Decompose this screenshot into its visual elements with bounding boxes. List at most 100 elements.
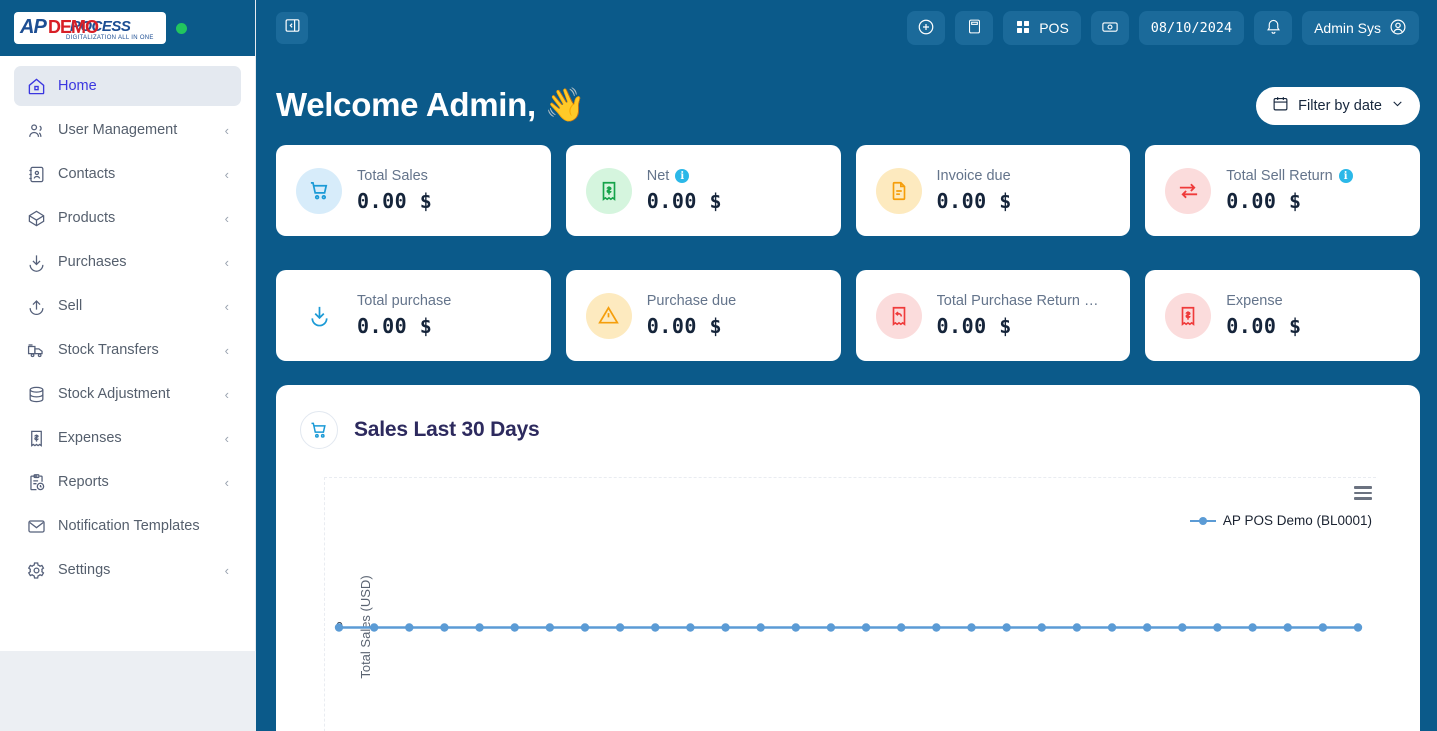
chart-data-point[interactable] — [967, 623, 975, 631]
topbar-actions: POS 08/10/2024 Admin Sys — [907, 11, 1419, 45]
chart-data-point[interactable] — [756, 623, 764, 631]
chart-data-point[interactable] — [370, 623, 378, 631]
sidebar-item-label: User Management — [58, 122, 213, 138]
sidebar-item-purchases[interactable]: Purchases ‹ — [14, 242, 241, 282]
panel-collapse-icon — [284, 17, 301, 39]
stat-card-label: Expense — [1226, 293, 1282, 309]
stat-card-label: Purchase due — [647, 293, 736, 309]
chart-data-point[interactable] — [686, 623, 694, 631]
sidebar-item-label: Stock Adjustment — [58, 386, 213, 402]
calculator-button[interactable] — [955, 11, 993, 45]
sidebar-item-home[interactable]: Home — [14, 66, 241, 106]
shopping-cart-icon — [300, 411, 338, 449]
sidebar-item-sell[interactable]: Sell ‹ — [14, 286, 241, 326]
chart-data-point[interactable] — [405, 623, 413, 631]
sidebar-item-expenses[interactable]: Expenses ‹ — [14, 418, 241, 458]
chart-data-point[interactable] — [897, 623, 905, 631]
chart-data-point[interactable] — [1073, 623, 1081, 631]
notifications-button[interactable] — [1254, 11, 1292, 45]
chart-data-point[interactable] — [475, 623, 483, 631]
chart-data-point[interactable] — [1319, 623, 1327, 631]
chevron-left-icon: ‹ — [225, 431, 229, 446]
stat-card-total-sales[interactable]: Total Sales 0.00 $ — [276, 145, 551, 236]
user-menu-button[interactable]: Admin Sys — [1302, 11, 1419, 45]
chart-data-point[interactable] — [792, 623, 800, 631]
stat-card-label-wrap: Invoice due — [937, 168, 1012, 184]
stat-card-expense[interactable]: Expense 0.00 $ — [1145, 270, 1420, 361]
add-new-button[interactable] — [907, 11, 945, 45]
chart-data-point[interactable] — [827, 623, 835, 631]
chevron-left-icon: ‹ — [225, 299, 229, 314]
chart-data-point[interactable] — [1354, 623, 1362, 631]
date-display[interactable]: 08/10/2024 — [1139, 11, 1244, 45]
sidebar-toggle-button[interactable] — [276, 12, 308, 44]
sidebar-item-contacts[interactable]: Contacts ‹ — [14, 154, 241, 194]
sidebar-item-stock-transfers[interactable]: Stock Transfers ‹ — [14, 330, 241, 370]
stat-card-value: 0.00 $ — [647, 189, 722, 213]
cash-register-icon — [1101, 18, 1119, 39]
app-logo[interactable]: AP ROCESS DEMO DIGITALIZATION ALL IN ONE — [14, 12, 166, 44]
chart-data-point[interactable] — [1002, 623, 1010, 631]
sidebar-item-settings[interactable]: Settings ‹ — [14, 550, 241, 590]
chart-data-point[interactable] — [721, 623, 729, 631]
sidebar-item-label: Stock Transfers — [58, 342, 213, 358]
chart-data-point[interactable] — [581, 623, 589, 631]
chart-data-point[interactable] — [440, 623, 448, 631]
receipt-dollar-icon — [586, 168, 632, 214]
sidebar-item-notification-templates[interactable]: Notification Templates — [14, 506, 241, 546]
sidebar-item-products[interactable]: Products ‹ — [14, 198, 241, 238]
stat-card-value: 0.00 $ — [357, 314, 451, 338]
chart-data-point[interactable] — [1108, 623, 1116, 631]
stat-card-purchase-due[interactable]: Purchase due 0.00 $ — [566, 270, 841, 361]
sidebar-item-label: Notification Templates — [58, 518, 217, 534]
sidebar-item-label: Expenses — [58, 430, 213, 446]
upload-arrow-icon — [26, 296, 46, 316]
sidebar-item-reports[interactable]: Reports ‹ — [14, 462, 241, 502]
chart-data-point[interactable] — [1038, 623, 1046, 631]
pos-button[interactable]: POS — [1003, 11, 1081, 45]
stat-card-label: Total Sell Return — [1226, 168, 1332, 184]
filter-by-date-button[interactable]: Filter by date — [1256, 87, 1420, 125]
chart-data-point[interactable] — [510, 623, 518, 631]
stat-card-invoice-due[interactable]: Invoice due 0.00 $ — [856, 145, 1131, 236]
stat-card-value: 0.00 $ — [1226, 189, 1352, 213]
chevron-left-icon: ‹ — [225, 563, 229, 578]
chart-data-point[interactable] — [862, 623, 870, 631]
online-status-dot — [176, 23, 187, 34]
warning-triangle-icon — [586, 293, 632, 339]
chart-data-point[interactable] — [546, 623, 554, 631]
chart-data-point[interactable] — [335, 623, 343, 631]
chart-plot-area — [324, 477, 1376, 731]
page-title: Welcome Admin, 👋 — [276, 86, 586, 125]
main-content: Welcome Admin, 👋 Filter by date Total Sa… — [256, 56, 1437, 731]
truck-icon — [26, 340, 46, 360]
info-icon[interactable]: i — [1339, 169, 1353, 183]
stat-card-net[interactable]: Net i 0.00 $ — [566, 145, 841, 236]
stat-card-total-sell-return[interactable]: Total Sell Return i 0.00 $ — [1145, 145, 1420, 236]
chart-data-point[interactable] — [1178, 623, 1186, 631]
chart-data-point[interactable] — [1143, 623, 1151, 631]
stat-card-total-purchase-return[interactable]: Total Purchase Return … 0.00 $ — [856, 270, 1131, 361]
receipt-return-icon — [876, 293, 922, 339]
chart-data-point[interactable] — [651, 623, 659, 631]
sidebar-item-label: Reports — [58, 474, 213, 490]
chart-data-point[interactable] — [1284, 623, 1292, 631]
gear-icon — [26, 560, 46, 580]
chart-data-point[interactable] — [932, 623, 940, 631]
brand-bar: AP ROCESS DEMO DIGITALIZATION ALL IN ONE — [0, 0, 255, 56]
chart-data-point[interactable] — [1248, 623, 1256, 631]
cash-register-button[interactable] — [1091, 11, 1129, 45]
stat-card-total-purchase[interactable]: Total purchase 0.00 $ — [276, 270, 551, 361]
sidebar-item-stock-adjustment[interactable]: Stock Adjustment ‹ — [14, 374, 241, 414]
calculator-icon — [966, 18, 983, 38]
sidebar-item-user-management[interactable]: User Management ‹ — [14, 110, 241, 150]
stat-card-text: Net i 0.00 $ — [647, 168, 722, 213]
chart-data-point[interactable] — [1213, 623, 1221, 631]
chart-data-point[interactable] — [616, 623, 624, 631]
receipt-dollar-icon — [26, 428, 46, 448]
info-icon[interactable]: i — [675, 169, 689, 183]
stat-card-value: 0.00 $ — [937, 189, 1012, 213]
stat-card-label-wrap: Total Sales — [357, 168, 432, 184]
stat-card-text: Total Purchase Return … 0.00 $ — [937, 293, 1099, 338]
receipt-dollar-icon — [1165, 293, 1211, 339]
